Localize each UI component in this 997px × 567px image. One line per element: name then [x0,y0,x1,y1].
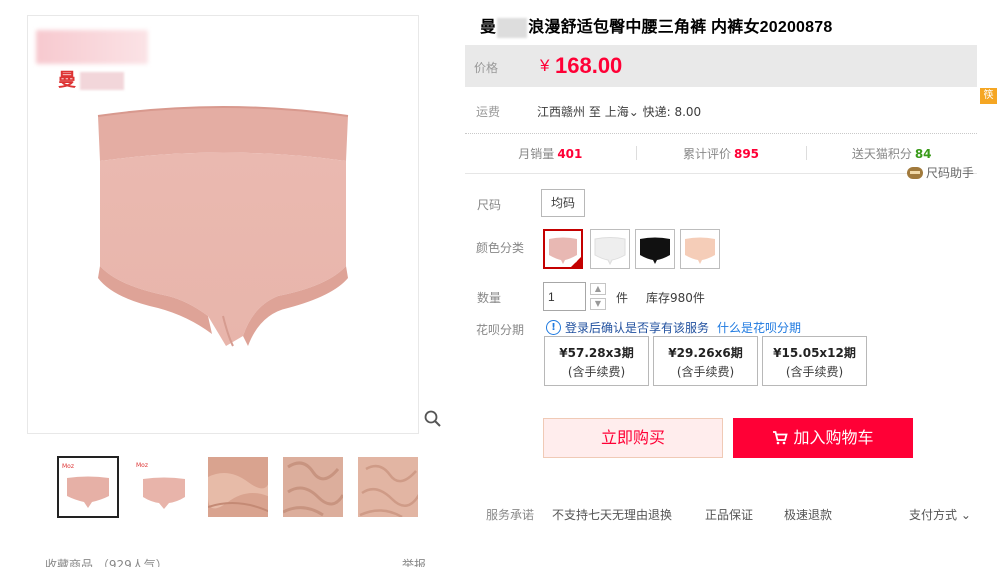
stat-value: 895 [733,146,760,161]
installment-fee: (含手续费) [676,365,735,379]
size-label: 尺码 [477,198,502,212]
brand-logo-char: 曼 [58,70,76,91]
stat-label: 送天猫积分 [851,146,912,161]
payment-methods-label: 支付方式 [909,508,958,522]
ship-to: 上海 [604,105,629,119]
thumbnail-strip: Moz Moz [57,456,419,518]
divider [465,173,977,174]
selected-check-icon [571,257,581,267]
ship-from: 江西赣州 [537,105,586,119]
stat-reviews[interactable]: 累计评价 895 [635,145,807,162]
title-rest: 浪漫舒适包臀中腰三角裤 内裤女20200878 [528,19,833,36]
quantity-decrease-button[interactable]: ▼ [590,298,606,310]
quantity-unit: 件 [616,291,629,305]
product-title: 曼 浪漫舒适包臀中腰三角裤 内裤女20200878 [480,13,832,38]
quantity-increase-button[interactable]: ▲ [590,283,606,295]
info-icon: ! [546,320,561,335]
thumbnail-1[interactable]: Moz [57,456,119,518]
service-label: 服务承诺 [486,508,535,522]
brand-logo-blurred [36,30,148,64]
stat-value: 84 [914,146,932,161]
add-to-cart-button[interactable]: 加入购物车 [733,418,913,458]
installment-amount: ¥15.05x12期 [773,346,856,360]
price-value: 168.00 [555,53,623,78]
color-label: 颜色分类 [476,241,525,255]
stats-bar: 月销量 401 累计评价 895 送天猫积分 84 [465,137,977,169]
thumbnail-4[interactable] [282,456,344,518]
chevron-down-icon: ⌄ [628,105,639,119]
title-redacted [497,17,528,38]
size-helper-label: 尺码助手 [926,166,975,180]
svg-text:Moz: Moz [136,462,148,469]
stock-count: 库存980件 [646,291,705,305]
service-item[interactable]: 极速退款 [784,506,832,523]
shipping-label: 运费 [476,105,501,119]
price-label: 价格 [474,61,499,75]
installment-amount: ¥29.26x6期 [668,346,743,360]
thumbnail-3[interactable] [207,456,269,518]
report-link[interactable]: 举报 [402,556,426,567]
shipping-info: 江西赣州 至 上海⌄ 快递: 8.00 [537,103,701,120]
service-item[interactable]: 不支持七天无理由退换 [552,506,672,523]
size-option-button[interactable]: 均码 [541,189,585,217]
stat-monthly-sales: 月销量 401 [465,145,636,162]
thumbnail-2[interactable]: Moz [132,456,194,518]
svg-text:Moz: Moz [62,463,74,470]
color-swatch-2[interactable] [590,229,630,269]
color-swatch-4[interactable] [680,229,720,269]
brand-logo-blurred-2 [80,72,124,90]
divider [465,133,977,134]
size-helper-link[interactable]: 尺码助手 [907,164,975,181]
cart-icon [773,431,789,445]
installment-option-6[interactable]: ¥29.26x6期 (含手续费) [653,336,758,386]
favorite-product-link[interactable]: 收藏商品 （929人气） [45,556,168,567]
stat-points: 送天猫积分 84 [806,145,977,162]
buy-now-button[interactable]: 立即购买 [543,418,723,458]
payment-methods-dropdown[interactable]: 支付方式 ⌄ [909,506,971,523]
color-swatch-1[interactable] [543,229,583,269]
installment-amount: ¥57.28x3期 [559,346,634,360]
side-tab[interactable]: 筷 [980,88,997,104]
huabei-note-text: 登录后确认是否享有该服务 [565,321,710,335]
zoom-icon[interactable] [424,410,442,428]
ship-to-word: 至 [588,105,601,119]
add-to-cart-label: 加入购物车 [793,428,874,447]
huabei-note: ! 登录后确认是否享有该服务 什么是花呗分期 [546,319,801,336]
huabei-label: 花呗分期 [476,323,525,337]
service-item[interactable]: 正品保证 [705,506,753,523]
installment-option-12[interactable]: ¥15.05x12期 (含手续费) [762,336,867,386]
color-swatch-3[interactable] [635,229,675,269]
stat-label: 累计评价 [682,146,731,161]
quantity-input[interactable] [543,282,586,311]
chevron-down-icon: ⌄ [960,508,971,522]
ruler-icon [907,166,923,179]
ship-to-select[interactable]: 上海⌄ [605,105,639,119]
title-prefix: 曼 [480,19,497,36]
stat-value: 401 [557,146,583,161]
quantity-label: 数量 [477,291,502,305]
installment-option-3[interactable]: ¥57.28x3期 (含手续费) [544,336,649,386]
ship-method: 快递: 8.00 [642,105,702,119]
thumbnail-5[interactable] [357,456,419,518]
huabei-help-link[interactable]: 什么是花呗分期 [717,319,801,336]
installment-fee: (含手续费) [785,365,844,379]
price-currency: ¥ [540,56,550,75]
stat-label: 月销量 [518,146,555,161]
installment-fee: (含手续费) [567,365,626,379]
